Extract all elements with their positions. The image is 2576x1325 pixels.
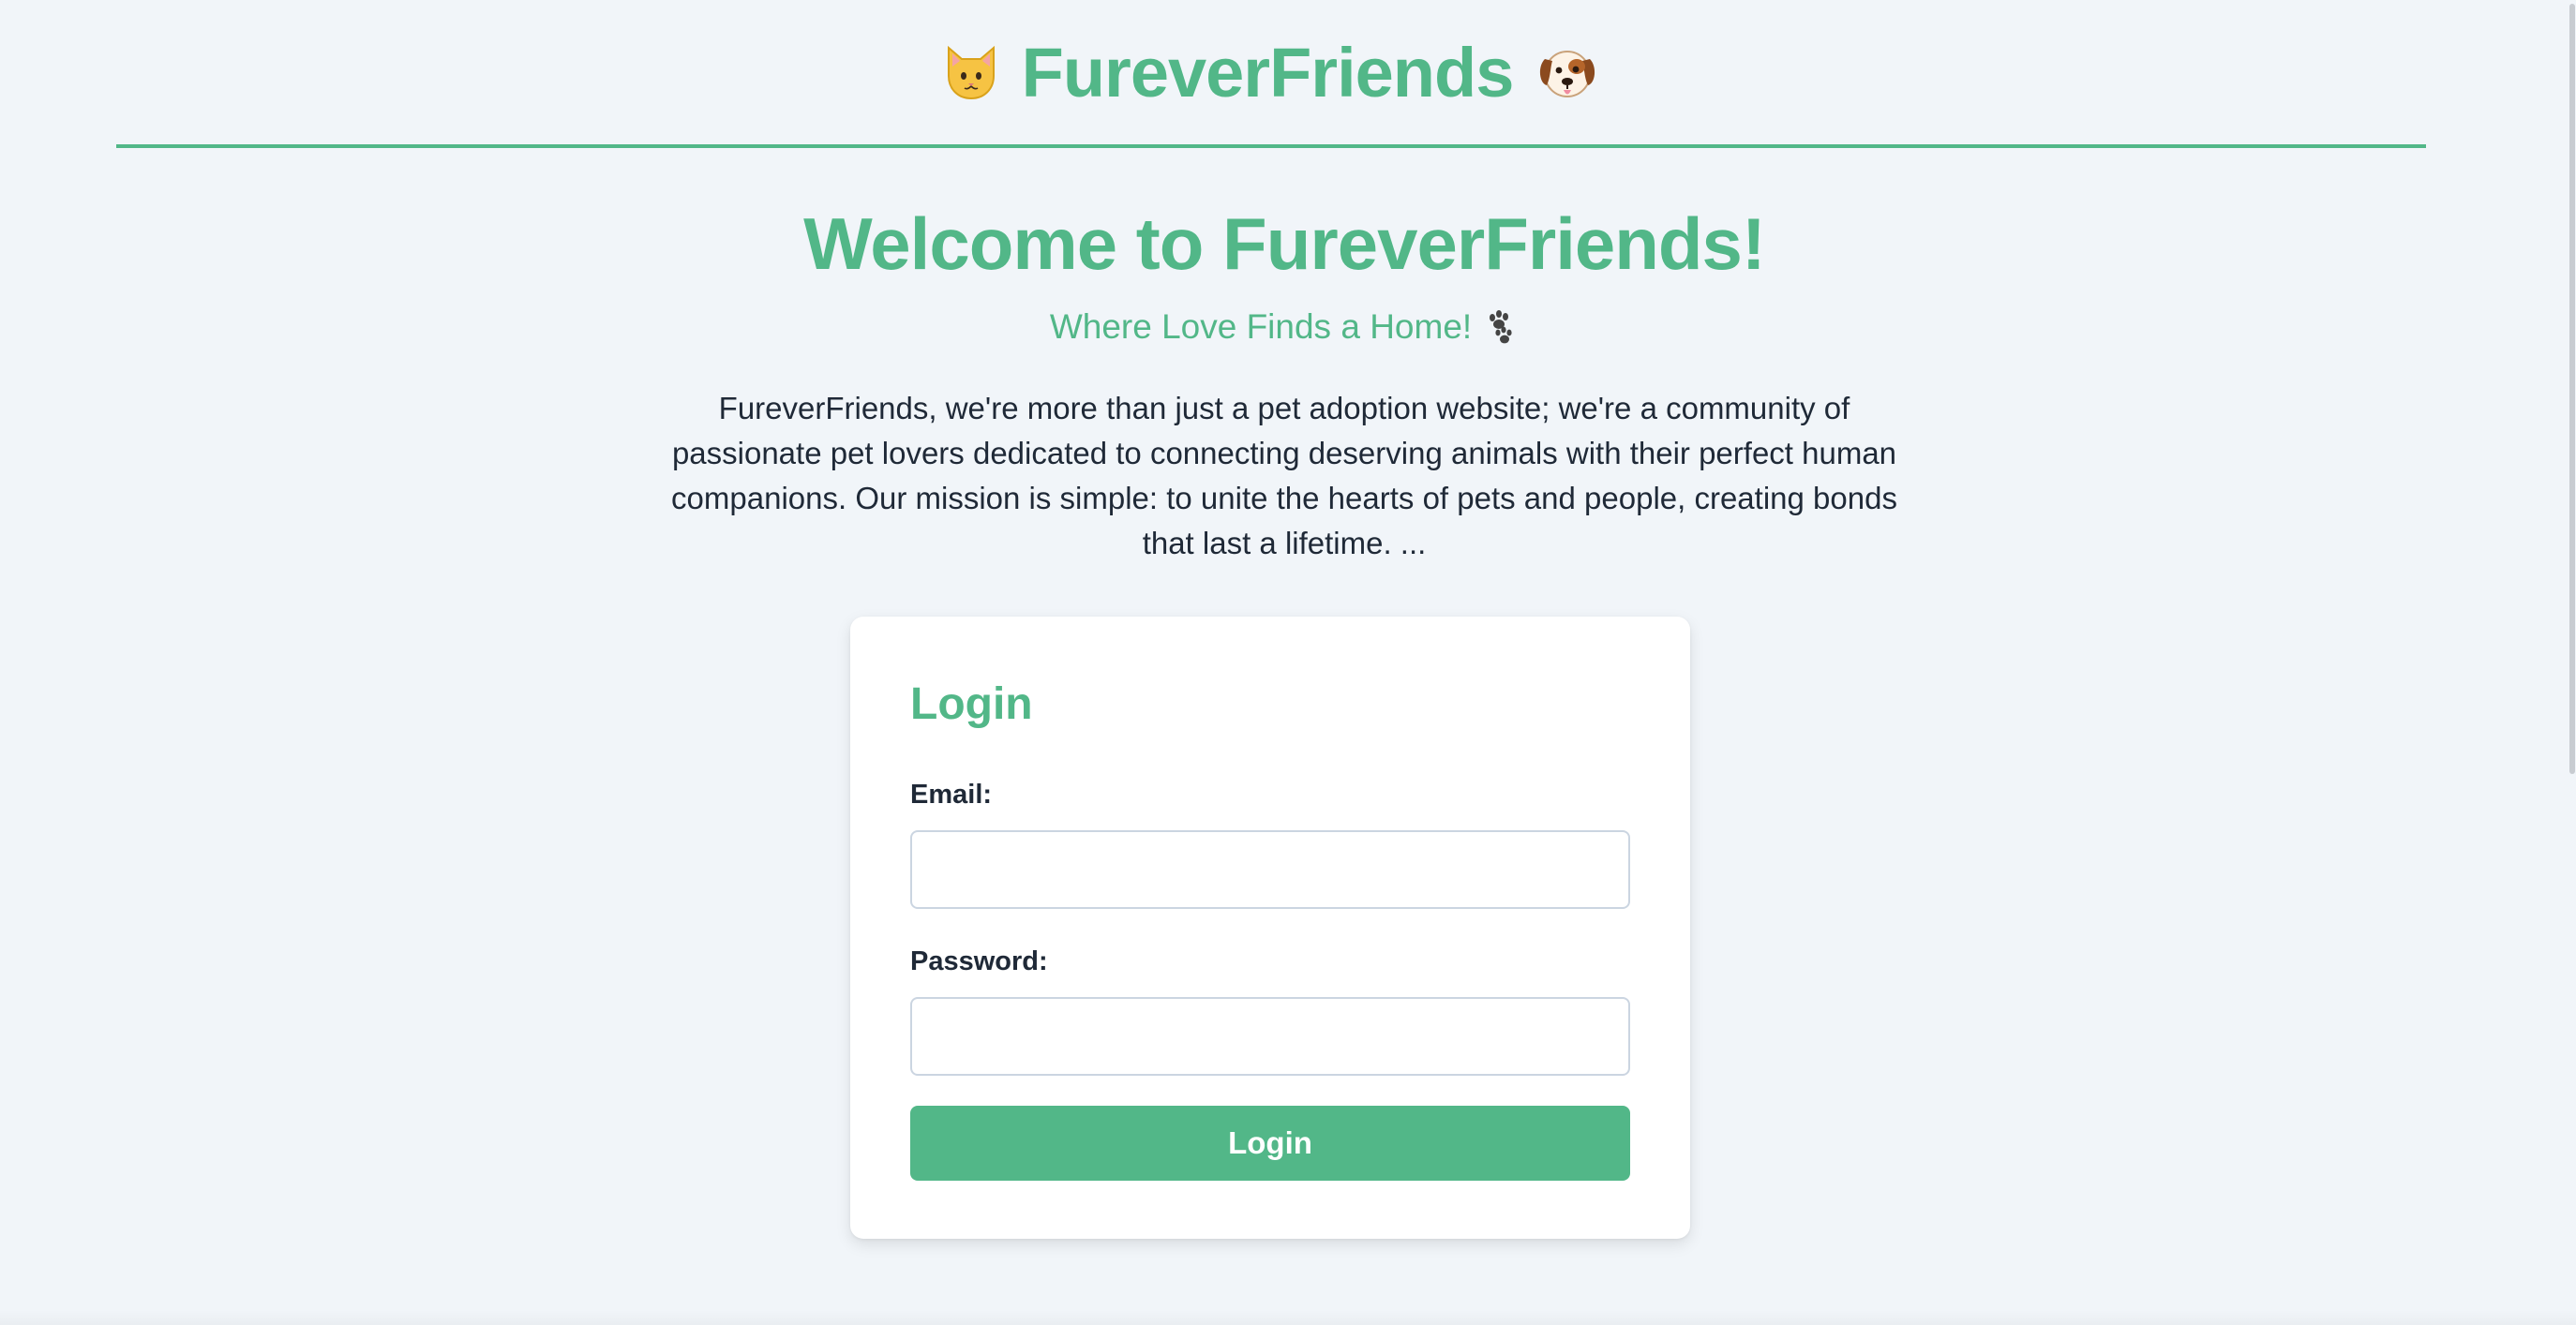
scrollbar-thumb[interactable]	[2569, 4, 2575, 774]
bottom-shade	[0, 1310, 2576, 1325]
hero-title: Welcome to FureverFriends!	[803, 202, 1766, 285]
site-title[interactable]: FureverFriends	[941, 33, 1602, 112]
hero-subtitle: Where Love Finds a Home!	[1050, 304, 1519, 350]
login-card: Login Email: Password: Login	[850, 617, 1690, 1239]
site-header: FureverFriends	[116, 0, 2426, 148]
password-label: Password:	[910, 946, 1048, 976]
email-label: Email:	[910, 780, 993, 810]
hero-description: FureverFriends, we're more than just a p…	[671, 391, 1897, 560]
login-title: Login	[910, 679, 1033, 729]
password-field[interactable]	[910, 997, 1630, 1076]
dog-face-icon	[1534, 38, 1601, 106]
login-button[interactable]: Login	[910, 1106, 1630, 1181]
paw-prints-icon	[1481, 308, 1519, 346]
site-title-text: FureverFriends	[1021, 33, 1515, 112]
cat-face-icon	[941, 42, 1001, 102]
scrollbar[interactable]	[2569, 0, 2576, 1325]
hero-subtitle-text: Where Love Finds a Home!	[1049, 307, 1473, 346]
page: FureverFriends Welcome to FureverFriends…	[0, 0, 2569, 1325]
email-field[interactable]	[910, 830, 1630, 909]
hero-section: Welcome to FureverFriends! Where Love Fi…	[0, 197, 2569, 566]
